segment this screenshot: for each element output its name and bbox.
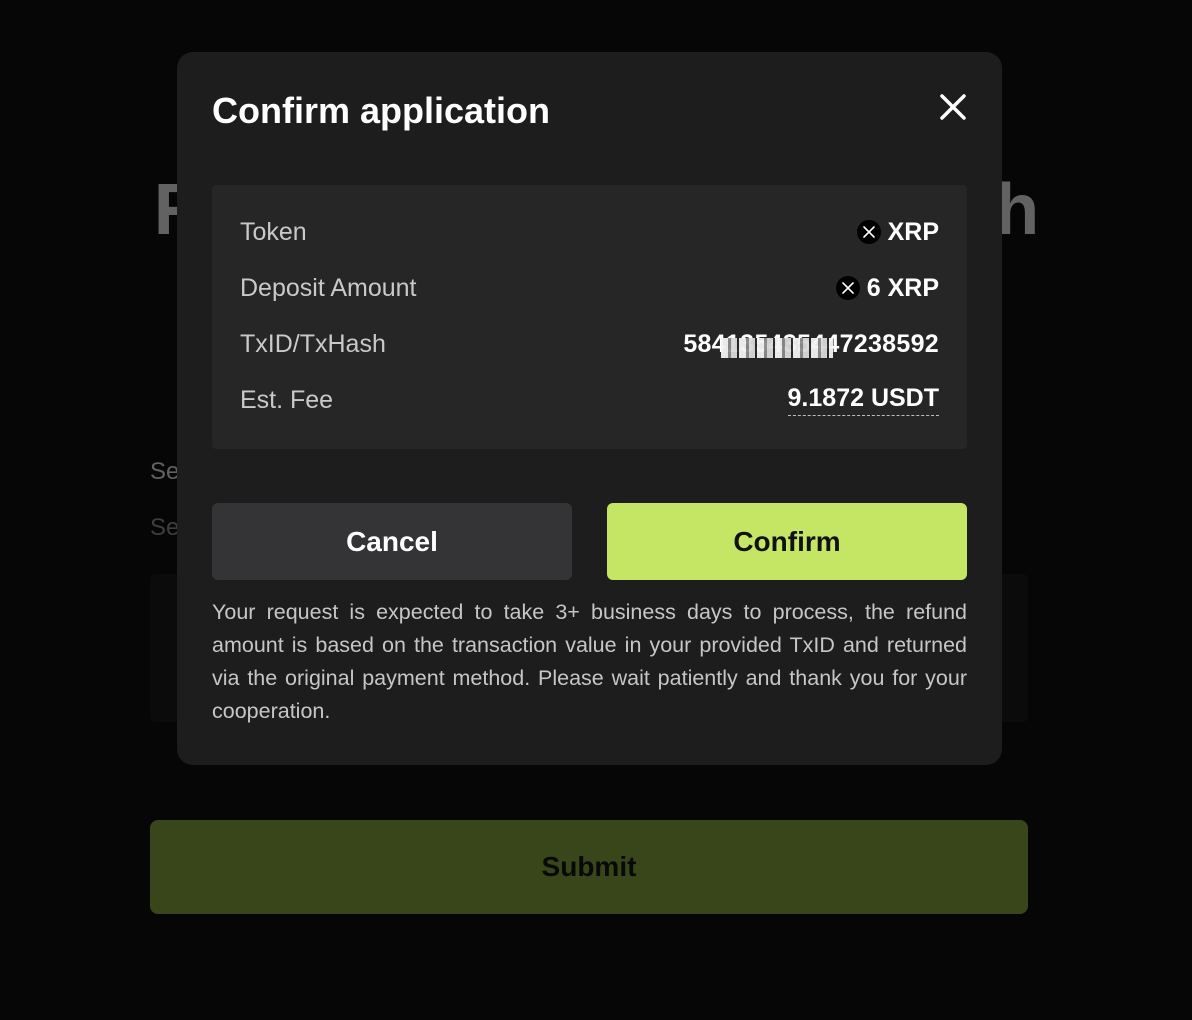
- txid-value: 584135435447238592: [683, 330, 939, 359]
- confirm-button[interactable]: Confirm: [607, 503, 967, 580]
- confirm-application-dialog: Confirm application Token XRP Deposit Am…: [177, 52, 1002, 765]
- xrp-icon: [835, 276, 860, 300]
- detail-value: 6 XRP: [835, 273, 939, 303]
- detail-label: Est. Fee: [240, 385, 334, 414]
- token-value: XRP: [887, 217, 939, 246]
- deposit-amount-value: 6 XRP: [866, 273, 939, 302]
- detail-label: Deposit Amount: [240, 273, 417, 302]
- close-button[interactable]: [936, 90, 970, 124]
- detail-label: Token: [240, 217, 307, 246]
- detail-row-txid: TxID/TxHash 584135435447238592: [240, 324, 939, 364]
- close-icon: [940, 94, 966, 120]
- cancel-button[interactable]: Cancel: [212, 503, 572, 580]
- detail-row-deposit-amount: Deposit Amount 6 XRP: [240, 268, 939, 308]
- xrp-icon: [856, 220, 881, 244]
- detail-label: TxID/TxHash: [240, 329, 386, 358]
- redaction-mask: [721, 337, 834, 358]
- application-details: Token XRP Deposit Amount 6 XRP TxID/TxHa…: [212, 185, 967, 449]
- detail-value: XRP: [856, 217, 939, 247]
- dialog-title: Confirm application: [212, 90, 551, 131]
- detail-row-token: Token XRP: [240, 212, 939, 252]
- est-fee-value[interactable]: 9.1872 USDT: [787, 384, 939, 416]
- detail-row-est-fee: Est. Fee 9.1872 USDT: [240, 380, 939, 420]
- processing-notice: Your request is expected to take 3+ busi…: [212, 600, 967, 723]
- page: Recover Your Deposit with Missing or Inc…: [0, 0, 1192, 1020]
- detail-value: 9.1872 USDT: [787, 384, 939, 416]
